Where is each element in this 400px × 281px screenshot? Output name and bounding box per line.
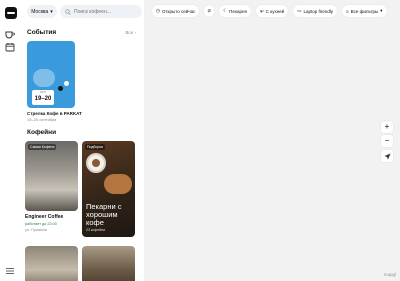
collection-count: 23 кофейни (86, 228, 106, 232)
coffee-cup-icon[interactable] (5, 29, 15, 39)
chevron-down-icon: ▾ (50, 8, 53, 15)
filter-label: Пекарня (229, 8, 247, 14)
app-logo[interactable] (5, 7, 17, 19)
event-card[interactable]: сен 19–20 (27, 41, 75, 108)
filter-kitchen[interactable]: Ψ С кухней (255, 5, 289, 17)
search-icon (65, 8, 71, 15)
search-input[interactable] (74, 8, 134, 15)
filter-bakery[interactable]: ☾ Пекарня (219, 5, 251, 17)
map-area[interactable]: ◷ Открыто сейчас ⊘ ☾ Пекарня Ψ С кухней … (144, 0, 400, 281)
croissant-icon: ☾ (223, 8, 228, 13)
icon-rail (0, 0, 22, 281)
cafe-card[interactable] (25, 246, 78, 281)
calendar-icon[interactable] (5, 42, 15, 52)
menu-icon[interactable] (5, 266, 15, 276)
filter-label: С кухней (265, 8, 285, 14)
cafe-card[interactable]: Самая Кофеня (25, 141, 78, 211)
cafe-hours: работает до 22:00 (25, 222, 57, 226)
event-map-graphic (33, 69, 55, 87)
collection-title: Пекарни с хорошим кофе (86, 202, 122, 227)
badge-days: 19–20 (34, 96, 52, 102)
cafe-tag: Самая Кофеня (28, 144, 57, 150)
events-title: События (27, 29, 57, 36)
event-name[interactable]: Стрелка Кофе в PARKAT (27, 111, 82, 116)
filter-label: Открыто сейчас (161, 8, 196, 14)
geolocate-button[interactable] (381, 150, 393, 162)
all-filters-button[interactable]: ≡ Все фильтры ▾ (342, 5, 387, 17)
search-row: Москва ▾ (27, 5, 142, 18)
filter-chips: ◷ Открыто сейчас ⊘ ☾ Пекарня Ψ С кухней … (152, 5, 387, 17)
filter-no-smoking[interactable]: ⊘ (204, 5, 215, 17)
collection-card[interactable]: Подборка Пекарни с хорошим кофе 23 кофей… (82, 141, 135, 237)
no-smoking-icon: ⊘ (207, 8, 212, 13)
filter-label: Все фильтры (350, 8, 379, 14)
list-panel: Москва ▾ События Все › сен 19–20 Стрелка… (22, 0, 144, 281)
chevron-down-icon: ▾ (380, 8, 383, 13)
filter-open-now[interactable]: ◷ Открыто сейчас (152, 5, 200, 17)
city-selector[interactable]: Москва ▾ (27, 5, 57, 18)
pastry-photo (104, 174, 132, 194)
cafe-name[interactable]: Engineer Coffee (25, 214, 63, 220)
event-date-badge: сен 19–20 (32, 90, 54, 105)
filter-label: Laptop friendly (303, 8, 333, 14)
location-arrow-icon (384, 153, 390, 159)
coffee-cup-photo (86, 153, 106, 173)
filter-laptop-friendly[interactable]: ▭ Laptop friendly (293, 5, 337, 17)
cafe-address: ул. Пушкина (25, 228, 47, 232)
event-date: 19–20 сентября (27, 117, 57, 122)
event-marker (58, 86, 63, 91)
event-marker (64, 81, 69, 86)
search-box[interactable] (60, 5, 142, 18)
collection-tag: Подборка (85, 144, 105, 150)
laptop-icon: ▭ (297, 8, 302, 13)
zoom-in-button[interactable]: + (381, 121, 393, 133)
coffee-title: Кофейни (27, 129, 57, 136)
clock-icon: ◷ (156, 8, 160, 13)
events-all-link[interactable]: Все › (125, 30, 136, 35)
sliders-icon: ≡ (346, 8, 349, 14)
zoom-out-button[interactable]: − (381, 135, 393, 147)
map-attribution: mapgl (383, 272, 396, 277)
fork-knife-icon: Ψ (259, 8, 264, 14)
city-label: Москва (31, 8, 49, 15)
cafe-card[interactable] (82, 246, 135, 281)
